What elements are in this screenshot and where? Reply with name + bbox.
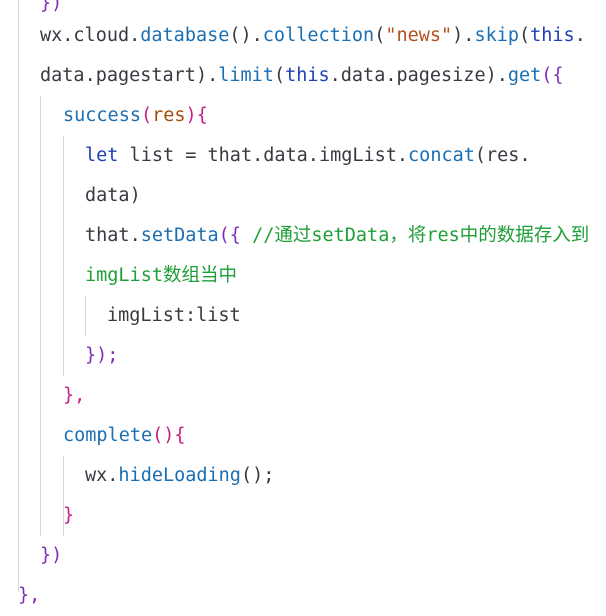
code-line: complete(){ [63,416,186,456]
code-token: pagesize [396,65,486,86]
code-token: data [263,145,308,166]
code-token: that [85,225,130,246]
code-token: . [252,145,264,166]
code-token: (); [240,465,275,486]
code-token: ( [474,145,487,166]
code-line: data.pagestart).limit(this.data.pagesize… [40,56,564,96]
code-token: "news" [385,25,453,46]
code-line: let list = that.data.imgList.concat(res. [85,136,531,176]
code-token: data [340,65,386,86]
code-token: pagestart [95,65,196,86]
code-token: (). [229,25,263,46]
code-token: . [129,25,141,46]
code-token: collection [262,25,375,46]
code-line: wx.cloud.database().collection("news").s… [40,16,586,56]
code-token: let [85,145,119,166]
code-line: }); [85,336,118,376]
code-token: list [196,305,241,326]
indent-guide [63,136,64,376]
code-editor: }) wx.cloud.database().collection("news")… [0,0,606,612]
code-token: ({ [541,65,564,86]
indent-guide [85,296,86,336]
code-token: get [507,65,542,86]
code-token: . [385,65,397,86]
code-line: imgList数组当中 [85,256,237,296]
code-line: wx.hideLoading(); [85,456,274,496]
code-token: }, [18,585,41,606]
code-token: this [530,25,575,46]
code-line: that.setData({ //通过setData，将res中的数据存入到 [85,216,589,256]
code-token: limit [218,65,274,86]
code-token: //通过setData，将res中的数据存入到 [240,225,590,246]
code-line: }, [63,376,85,416]
code-token: data [40,65,85,86]
code-token: concat [408,145,475,166]
code-token: res [486,145,520,166]
indent-guide [40,96,41,536]
code-token: } [63,505,75,526]
code-token: cloud [73,25,130,46]
code-token: wx [40,25,63,46]
code-token: = [185,145,197,166]
code-token: }) [40,545,63,566]
code-token: hideLoading [118,465,241,486]
code-token: database [140,25,230,46]
code-token: complete [63,425,153,446]
code-token: imgList [107,305,185,326]
code-line: }) [40,536,62,576]
code-token: this [285,65,330,86]
code-token: : [184,305,197,326]
code-token: ). [195,65,219,86]
indent-guide [18,0,19,592]
code-token: . [307,145,319,166]
code-token: ( [140,105,153,126]
code-token: (){ [152,425,186,446]
code-line: } [63,496,74,536]
code-token: res [152,105,186,126]
code-token: . [574,25,586,46]
code-token: }); [85,345,119,366]
code-token: . [84,65,96,86]
code-line: imgList:list [107,296,241,336]
code-token: setData [140,225,219,246]
code-token: ){ [185,105,208,126]
code-token: }) [40,0,63,14]
code-token: ) [129,185,141,206]
code-token: list [118,145,186,166]
code-token: ( [519,25,531,46]
code-token: . [329,65,341,86]
code-token: ). [452,25,475,46]
code-token: that [196,145,253,166]
code-token: success [63,105,141,126]
code-token: ( [374,25,386,46]
code-line: data) [85,176,141,216]
code-token: ({ [218,225,241,246]
code-token: }, [63,385,86,406]
code-token: imgList数组当中 [85,265,237,286]
code-token: data [85,185,130,206]
code-token: ). [485,65,508,86]
code-token: skip [474,25,519,46]
code-token: . [129,225,141,246]
code-token: . [107,465,119,486]
code-token: ( [273,65,286,86]
code-token: . [396,145,409,166]
code-token: . [519,145,531,166]
code-token: imgList [318,145,397,166]
code-line: }, [18,576,40,616]
code-token: . [62,25,74,46]
code-line: success(res){ [63,96,208,136]
code-token: wx [85,465,108,486]
